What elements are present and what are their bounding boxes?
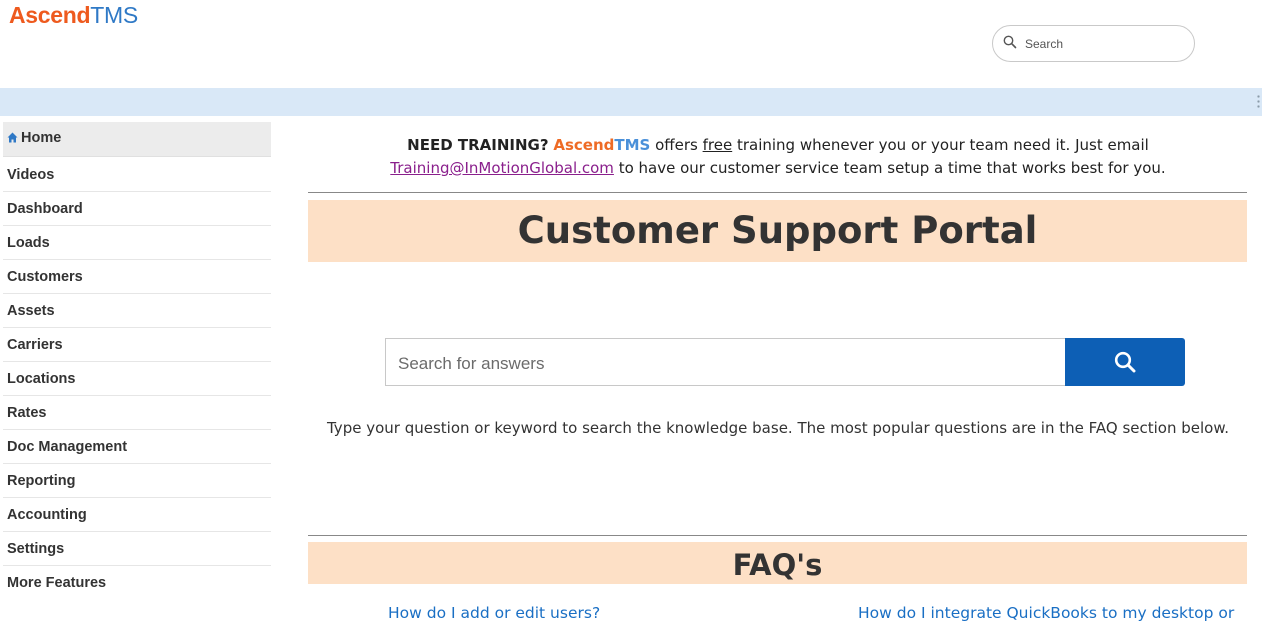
kb-search-box[interactable] — [385, 338, 1065, 386]
ascendtms-logo[interactable]: AscendTMS — [9, 2, 138, 29]
kb-search-input[interactable] — [396, 351, 1050, 377]
divider — [308, 192, 1247, 193]
faq-link[interactable]: How do I add or edit users? — [388, 604, 600, 622]
sidebar-item-label: Loads — [7, 235, 50, 251]
top-toolbar-strip — [0, 88, 1262, 116]
sidebar-item-rates[interactable]: Rates — [3, 396, 271, 430]
main-content: NEED TRAINING? AscendTMS offers free tra… — [284, 116, 1262, 632]
sidebar-item-settings[interactable]: Settings — [3, 532, 271, 566]
logo-ascend-text: Ascend — [9, 2, 91, 28]
sidebar-item-reporting[interactable]: Reporting — [3, 464, 271, 498]
sidebar-item-label: Accounting — [7, 507, 87, 523]
search-icon — [1114, 351, 1136, 373]
page-title: Customer Support Portal — [308, 200, 1247, 262]
training-text-1: offers — [650, 136, 703, 154]
sidebar-item-label: Videos — [7, 167, 55, 183]
sidebar-item-assets[interactable]: Assets — [3, 294, 271, 328]
sidebar-item-label: Reporting — [7, 473, 76, 489]
sidebar-item-doc-management[interactable]: Doc Management — [3, 430, 271, 464]
sidebar-item-carriers[interactable]: Carriers — [3, 328, 271, 362]
resize-grip-icon[interactable] — [1257, 94, 1260, 110]
training-free: free — [702, 136, 733, 154]
home-icon — [7, 132, 18, 143]
search-icon — [1003, 35, 1017, 49]
sidebar-item-videos[interactable]: Videos — [3, 158, 271, 192]
sidebar-item-dashboard[interactable]: Dashboard — [3, 192, 271, 226]
training-lead: NEED TRAINING? — [407, 136, 549, 154]
training-notice: NEED TRAINING? AscendTMS offers free tra… — [284, 134, 1262, 180]
header-search-input[interactable] — [1023, 33, 1187, 55]
sidebar-item-label: Home — [21, 130, 62, 146]
sidebar-item-label: Dashboard — [7, 201, 83, 217]
sidebar-item-label: Doc Management — [7, 439, 128, 455]
training-email-link[interactable]: Training@InMotionGlobal.com — [390, 159, 614, 177]
training-brand-tms: TMS — [614, 136, 651, 154]
divider — [308, 535, 1247, 536]
sidebar-item-locations[interactable]: Locations — [3, 362, 271, 396]
sidebar-item-label: Carriers — [7, 337, 63, 353]
sidebar-item-label: Locations — [7, 371, 76, 387]
sidebar-item-label: Assets — [7, 303, 55, 319]
search-helper-text: Type your question or keyword to search … — [326, 419, 1230, 437]
logo-tms-text: TMS — [90, 2, 138, 28]
sidebar-item-label: Rates — [7, 405, 47, 421]
sidebar-item-home[interactable]: Home — [3, 122, 271, 157]
kb-search-button[interactable] — [1065, 338, 1185, 386]
faq-link[interactable]: How do I integrate QuickBooks to my desk… — [858, 604, 1234, 622]
sidebar-item-accounting[interactable]: Accounting — [3, 498, 271, 532]
sidebar-item-label: Customers — [7, 269, 83, 285]
header-search-box[interactable] — [992, 25, 1195, 62]
faq-title: FAQ's — [308, 542, 1247, 584]
sidebar-item-more-features[interactable]: More Features — [3, 566, 271, 600]
training-text-3: to have our customer service team setup … — [613, 159, 1166, 177]
sidebar-item-customers[interactable]: Customers — [3, 260, 271, 294]
training-brand-ascend: Ascend — [553, 136, 615, 154]
training-text-2: training whenever you or your team need … — [732, 136, 1149, 154]
sidebar-item-label: More Features — [7, 575, 107, 591]
sidebar-item-loads[interactable]: Loads — [3, 226, 271, 260]
sidebar-item-label: Settings — [7, 541, 65, 557]
